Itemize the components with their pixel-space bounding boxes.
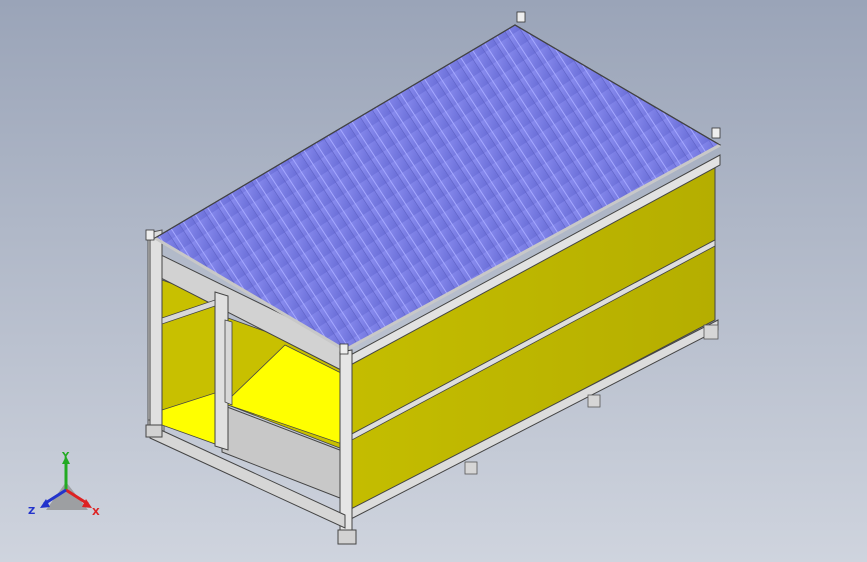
x-axis-label: X (92, 507, 100, 518)
container-3d-model[interactable] (0, 0, 867, 562)
cad-graphics-viewport[interactable]: Y Z X (0, 0, 867, 562)
view-orientation-triad[interactable]: Y Z X (26, 452, 106, 522)
z-axis-label: Z (28, 506, 35, 517)
y-axis-label: Y (61, 452, 70, 462)
